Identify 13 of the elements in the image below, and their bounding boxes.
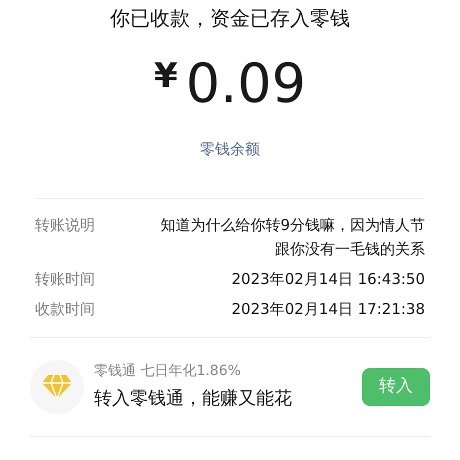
- detail-label: 转账说明: [35, 215, 95, 236]
- detail-label: 转账时间: [35, 269, 95, 290]
- status-title: 你已收款，资金已存入零钱: [110, 5, 350, 32]
- detail-value: 知道为什么给你转9分钱嘛，因为情人节跟你没有一毛钱的关系: [159, 215, 425, 260]
- detail-value: 2023年02月14日 16:43:50: [230, 269, 425, 290]
- balance-link[interactable]: 零钱余额: [200, 138, 260, 160]
- amount-text: 0.09: [186, 54, 306, 114]
- detail-label: 收款时间: [35, 299, 95, 320]
- currency-symbol: ¥: [154, 56, 178, 96]
- diamond-icon: [41, 374, 73, 400]
- detail-value: 2023年02月14日 17:21:38: [230, 299, 425, 320]
- promo-subtitle: 零钱通 七日年化1.86%: [94, 362, 242, 381]
- promo-headline: 转入零钱通，能赚又能花: [94, 387, 293, 411]
